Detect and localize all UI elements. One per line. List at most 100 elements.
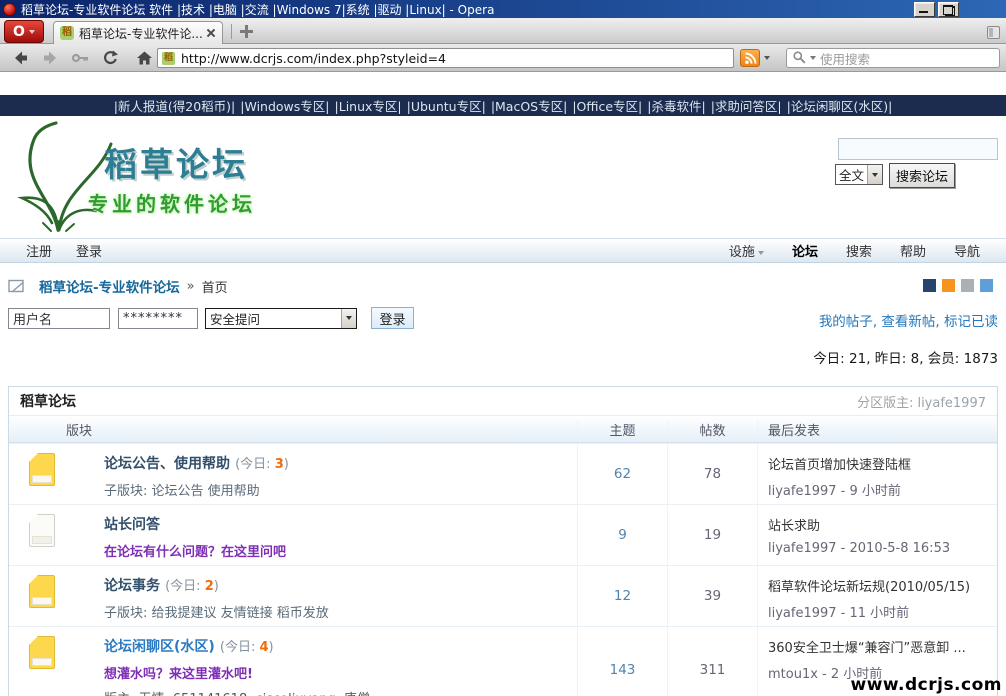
forum-menubar: 注册 登录 设施 论坛 搜索 帮助 导航 [0,238,1006,263]
opera-icon [3,3,16,16]
password-field[interactable] [118,308,198,329]
security-question-select[interactable]: 安全提问 [205,308,357,329]
view-new-posts-link[interactable]: 查看新帖 [881,314,935,330]
menu-facility[interactable]: 设施 [729,241,764,260]
rss-icon[interactable] [740,49,760,67]
column-lastpost: 最后发表 [757,420,997,439]
site-logo-title: 稻草论坛 [104,138,248,186]
site-top-nav: |新人报道(得20稻币)| |Windows专区| |Linux专区| |Ubu… [0,95,1006,116]
last-post-link[interactable]: 稻草软件论坛新坛规(2010/05/15) [768,576,989,595]
style-swatch-blue[interactable] [980,279,993,292]
last-post-cell: 站长求助 liyafe1997 - 2010-5-8 16:53 [757,505,997,565]
today-count: (今日: 4) [220,640,274,655]
nav-item-chat[interactable]: |论坛闲聊区(水区)| [787,96,893,115]
nav-item-newcomer[interactable]: |新人报道(得20稻币)| [114,96,236,115]
address-bar: 稻 http://www.dcrjs.com/index.php?styleid… [0,44,1006,72]
back-button[interactable] [10,50,30,66]
style-swatch-gray[interactable] [961,279,974,292]
url-text: http://www.dcrjs.com/index.php?styleid=4 [181,51,446,66]
wand-password-icon[interactable] [70,50,90,66]
browser-tab[interactable]: 稻 稻草论坛-专业软件论... [53,21,223,44]
forum-stats: 今日: 21, 昨日: 8, 会员: 1873 [8,347,998,367]
post-count: 19 [667,505,757,565]
last-post-author[interactable]: mtou1x [768,667,818,682]
last-post-cell: 稻草软件论坛新坛规(2010/05/15) liyafe1997 - 11 小时… [757,566,997,626]
url-field[interactable]: 稻 http://www.dcrjs.com/index.php?styleid… [157,48,734,68]
forum-search-button[interactable]: 搜索论坛 [889,163,955,188]
home-button[interactable] [134,50,154,66]
nav-item-windows[interactable]: |Windows专区| [240,96,329,115]
forum-link[interactable]: 站长问答 [104,517,160,533]
forum-link[interactable]: 论坛事务 [104,578,160,594]
new-tab-button[interactable] [240,25,253,38]
opera-menu-button[interactable]: O [4,20,44,43]
minimize-icon [919,11,928,13]
chevron-down-icon [758,251,764,255]
nav-item-office[interactable]: |Office专区| [572,96,642,115]
column-posts: 帖数 [667,420,757,439]
forum-search-input[interactable] [838,138,998,160]
tab-close-icon[interactable] [206,28,216,38]
menu-navigation[interactable]: 导航 [954,241,980,260]
last-post-link[interactable]: 论坛首页增加快速登陆框 [768,454,989,473]
style-switcher [923,279,993,292]
style-swatch-orange[interactable] [942,279,955,292]
search-scope-select[interactable]: 全文 [835,164,883,185]
minimize-button[interactable] [914,2,935,17]
tab-favicon: 稻 [60,26,74,40]
moderator-link[interactable]: liyafe1997 [917,396,986,411]
style-swatch-navy[interactable] [923,279,936,292]
mark-read-link[interactable]: 标记已读 [944,314,998,330]
panels-toggle-icon[interactable] [987,26,1000,39]
select-arrow-icon [341,309,356,328]
breadcrumb: 稻草论坛-专业软件论坛 » 首页 [8,276,998,296]
rss-dropdown-icon[interactable] [764,56,770,60]
forum-category-table: 稻草论坛 分区版主:liyafe1997 版块 主题 帖数 最后发表 论坛公告、… [8,386,998,696]
column-topics: 主题 [577,420,667,439]
username-field[interactable] [8,308,110,329]
nav-item-ubuntu[interactable]: |Ubuntu专区| [407,96,486,115]
menu-search[interactable]: 搜索 [846,241,872,260]
forum-link[interactable]: 论坛公告、使用帮助 [104,456,230,472]
login-button[interactable]: 登录 [371,307,414,329]
browser-search-field[interactable]: 使用搜索 [786,48,1000,68]
my-posts-link[interactable]: 我的帖子 [819,314,873,330]
category-title[interactable]: 稻草论坛 [20,391,76,411]
tab-bar: O 稻 稻草论坛-专业软件论... [0,18,1006,44]
last-post-author[interactable]: liyafe1997 [768,541,837,556]
restore-icon [943,6,955,15]
subforum-links[interactable]: 子版块: 给我提建议 友情链接 稻币发放 [104,602,571,621]
table-row: 站长问答 在论坛有什么问题？在这里问吧 9 19 站长求助 liyafe1997… [9,504,997,565]
menu-login[interactable]: 登录 [76,241,102,260]
forum-link[interactable]: 论坛闲聊区(水区) [104,639,215,655]
post-count: 78 [667,444,757,504]
site-logo-subtitle: 专业的软件论坛 [88,188,256,217]
last-post-author[interactable]: liyafe1997 [768,606,837,621]
quick-login-bar: 安全提问 登录 我的帖子, 查看新帖, 标记已读 [8,306,998,330]
menu-forum[interactable]: 论坛 [792,241,818,260]
menu-register[interactable]: 注册 [26,241,52,260]
forward-button[interactable] [40,50,60,66]
tab-separator [231,24,232,39]
search-engine-dropdown-icon[interactable] [810,56,816,60]
search-icon [792,49,806,68]
nav-item-help[interactable]: |求助问答区| [711,96,782,115]
breadcrumb-site-link[interactable]: 稻草论坛-专业软件论坛 [39,276,180,296]
moderator-list[interactable]: 版主: 无情, 651141618, ciscoliuyang, 唐僧 [104,688,571,696]
last-post-cell: 论坛首页增加快速登陆框 liyafe1997 - 9 小时前 [757,444,997,504]
window-titlebar: 稻草论坛-专业软件论坛 软件 |技术 |电脑 |交流 |Windows 7|系统… [0,0,1006,18]
menu-help[interactable]: 帮助 [900,241,926,260]
subforum-links[interactable]: 子版块: 论坛公告 使用帮助 [104,480,571,499]
nav-item-macos[interactable]: |MacOS专区| [491,96,568,115]
topic-count: 9 [577,505,667,565]
reload-button[interactable] [100,50,120,66]
search-placeholder: 使用搜索 [820,49,870,68]
last-post-author[interactable]: liyafe1997 [768,484,837,499]
restore-button[interactable] [938,2,959,17]
last-post-link[interactable]: 站长求助 [768,515,989,534]
last-post-link[interactable]: 360安全卫士爆“兼容门”恶意卸 ... [768,637,989,656]
table-row: 论坛事务 (今日: 2) 子版块: 给我提建议 友情链接 稻币发放 12 39 … [9,565,997,626]
forum-icon-old [29,514,55,547]
nav-item-linux[interactable]: |Linux专区| [335,96,402,115]
nav-item-antivirus[interactable]: |杀毒软件| [647,96,705,115]
